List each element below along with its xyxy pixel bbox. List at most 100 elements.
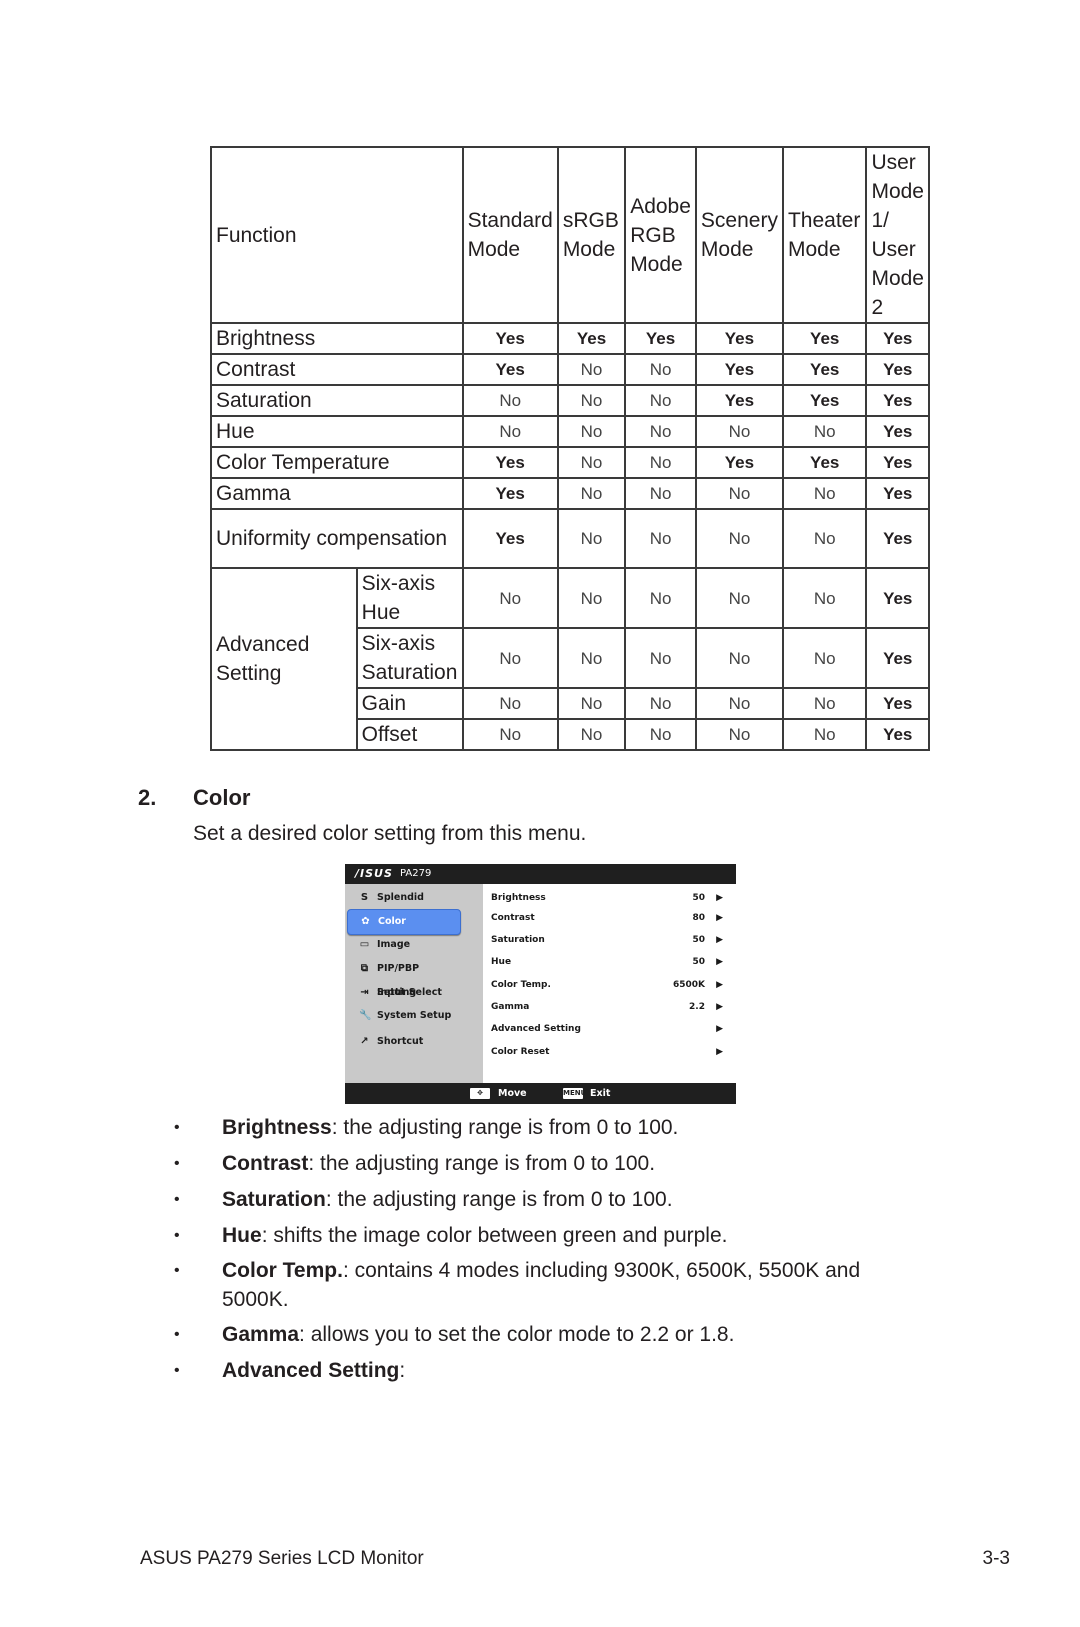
bullet-description: : allows you to set the color mode to 2.…: [299, 1323, 735, 1346]
support-value: Yes: [781, 353, 868, 386]
osd-menu-item-color[interactable]: ✿ Color: [347, 909, 461, 935]
bullet-icon: •: [174, 1155, 180, 1172]
support-value: Yes: [461, 477, 559, 510]
osd-menu-item-pip-pbp-setting[interactable]: ⧉ PIP/PBP Setting: [347, 957, 459, 998]
osd-setting-value: 50: [692, 957, 705, 967]
bullet-text: Color Temp.: contains 4 modes including …: [222, 1256, 922, 1314]
osd-menu-item-system-setup[interactable]: 🔧 System Setup: [347, 1004, 459, 1028]
bullet-term: Color Temp.: [222, 1259, 343, 1282]
support-value: No: [461, 687, 559, 720]
arrow-right-icon: ▶: [716, 980, 723, 990]
bullet-icon: •: [174, 1262, 180, 1279]
osd-menu-item-shortcut[interactable]: ↗ Shortcut: [347, 1030, 459, 1054]
support-value: No: [624, 446, 697, 479]
osd-setting-hue[interactable]: Hue 50 ▶: [491, 952, 729, 972]
function-name: Hue: [210, 415, 464, 448]
support-value: No: [624, 353, 697, 386]
section-title: Color: [193, 785, 251, 810]
image-icon: ▭: [359, 939, 370, 950]
osd-setting-label: Color Reset: [491, 1047, 550, 1057]
osd-menu-item-splendid[interactable]: S Splendid: [347, 886, 459, 910]
osd-menu-label: Color: [378, 916, 406, 927]
osd-setting-label: Contrast: [491, 913, 535, 923]
osd-setting-brightness[interactable]: Brightness 50 ▶: [491, 888, 729, 908]
support-value: Yes: [694, 322, 784, 355]
arrow-right-icon: ▶: [716, 957, 723, 967]
bullet-text: Advanced Setting:: [222, 1356, 922, 1385]
table-row: Saturation No No No Yes Yes Yes: [210, 384, 930, 417]
bullet-term: Saturation: [222, 1188, 326, 1211]
bullet-term: Advanced Setting: [222, 1359, 400, 1382]
support-value: No: [781, 627, 868, 689]
support-value: Yes: [865, 567, 930, 629]
osd-menu-item-input-select[interactable]: ⇥ Input Select: [347, 981, 459, 1005]
support-value: No: [694, 508, 784, 569]
support-value: Yes: [865, 508, 930, 569]
move-key-icon: ✥: [470, 1088, 490, 1099]
support-value: No: [781, 567, 868, 629]
bullet-term: Brightness: [222, 1116, 332, 1139]
bullet-icon: •: [174, 1326, 180, 1343]
table-row: Gamma Yes No No No No Yes: [210, 477, 930, 510]
support-value: No: [624, 567, 697, 629]
support-value: No: [556, 627, 627, 689]
osd-model-name: PA279: [400, 868, 432, 879]
function-name: Six-axis Hue: [355, 567, 464, 629]
support-value: Yes: [461, 322, 559, 355]
osd-setting-contrast[interactable]: Contrast 80 ▶: [491, 908, 729, 928]
support-value: No: [556, 567, 627, 629]
osd-setting-color-temp-[interactable]: Color Temp. 6500K ▶: [491, 975, 729, 995]
support-value: Yes: [624, 322, 697, 355]
support-value: Yes: [461, 353, 559, 386]
shortcut-icon: ↗: [360, 1036, 369, 1047]
support-value: No: [624, 415, 697, 448]
support-value: Yes: [865, 353, 930, 386]
support-value: No: [781, 718, 868, 751]
support-value: No: [624, 627, 697, 689]
arrow-right-icon: ▶: [716, 1024, 723, 1034]
osd-setting-advanced-setting[interactable]: Advanced Setting ▶: [491, 1019, 729, 1039]
mode-function-table: Function Standard Mode sRGB Mode Adobe RGB …: [210, 146, 930, 751]
bullet-term: Hue: [222, 1224, 262, 1247]
arrow-right-icon: ▶: [716, 893, 723, 903]
bullet-term: Gamma: [222, 1323, 300, 1346]
osd-menu-item-image[interactable]: ▭ Image: [347, 933, 459, 957]
osd-settings-panel: Brightness 50 ▶ Contrast 80 ▶ Saturation 50 ▶ Hue…: [483, 884, 736, 1083]
support-value: No: [556, 415, 627, 448]
function-name: Contrast: [210, 353, 464, 386]
support-value: No: [556, 718, 627, 751]
table-row: Advanced Setting Six-axis Hue No No No No No Ye…: [210, 567, 930, 751]
support-value: Yes: [781, 384, 868, 417]
palette-icon: ✿: [361, 916, 370, 927]
table-row: Color Temperature Yes No No Yes Yes Yes: [210, 446, 930, 479]
osd-setting-value: 50: [692, 893, 705, 903]
osd-setting-value: 50: [692, 935, 705, 945]
header-mode: Theater Mode: [781, 146, 868, 324]
support-value: Yes: [865, 627, 930, 689]
advanced-setting-group: Advanced Setting: [210, 567, 358, 751]
support-value: No: [556, 477, 627, 510]
bullet-description: : the adjusting range is from 0 to 100.: [331, 1116, 679, 1139]
support-value: No: [781, 508, 868, 569]
support-value: No: [694, 718, 784, 751]
osd-menu-label: System Setup: [377, 1010, 452, 1021]
osd-setting-label: Hue: [491, 957, 512, 967]
support-value: No: [624, 384, 697, 417]
osd-header: /ISUS PA279: [345, 864, 736, 884]
osd-setting-gamma[interactable]: Gamma 2.2 ▶: [491, 997, 729, 1017]
asus-logo: /ISUS: [355, 867, 393, 880]
bullet-text: Gamma: allows you to set the color mode …: [222, 1320, 922, 1349]
support-value: No: [781, 415, 868, 448]
support-value: No: [461, 627, 559, 689]
osd-setting-label: Color Temp.: [491, 980, 551, 990]
osd-setting-saturation[interactable]: Saturation 50 ▶: [491, 930, 729, 950]
bullet-text: Contrast: the adjusting range is from 0 …: [222, 1149, 922, 1178]
osd-menu-label: Shortcut: [377, 1036, 424, 1047]
osd-setting-label: Brightness: [491, 893, 546, 903]
move-label: Move: [498, 1088, 527, 1099]
table-row: Uniformity compensation Yes No No No No Yes: [210, 508, 930, 569]
support-value: No: [624, 477, 697, 510]
bullet-term: Contrast: [222, 1152, 309, 1175]
support-value: Yes: [865, 384, 930, 417]
osd-setting-color-reset[interactable]: Color Reset ▶: [491, 1042, 729, 1062]
